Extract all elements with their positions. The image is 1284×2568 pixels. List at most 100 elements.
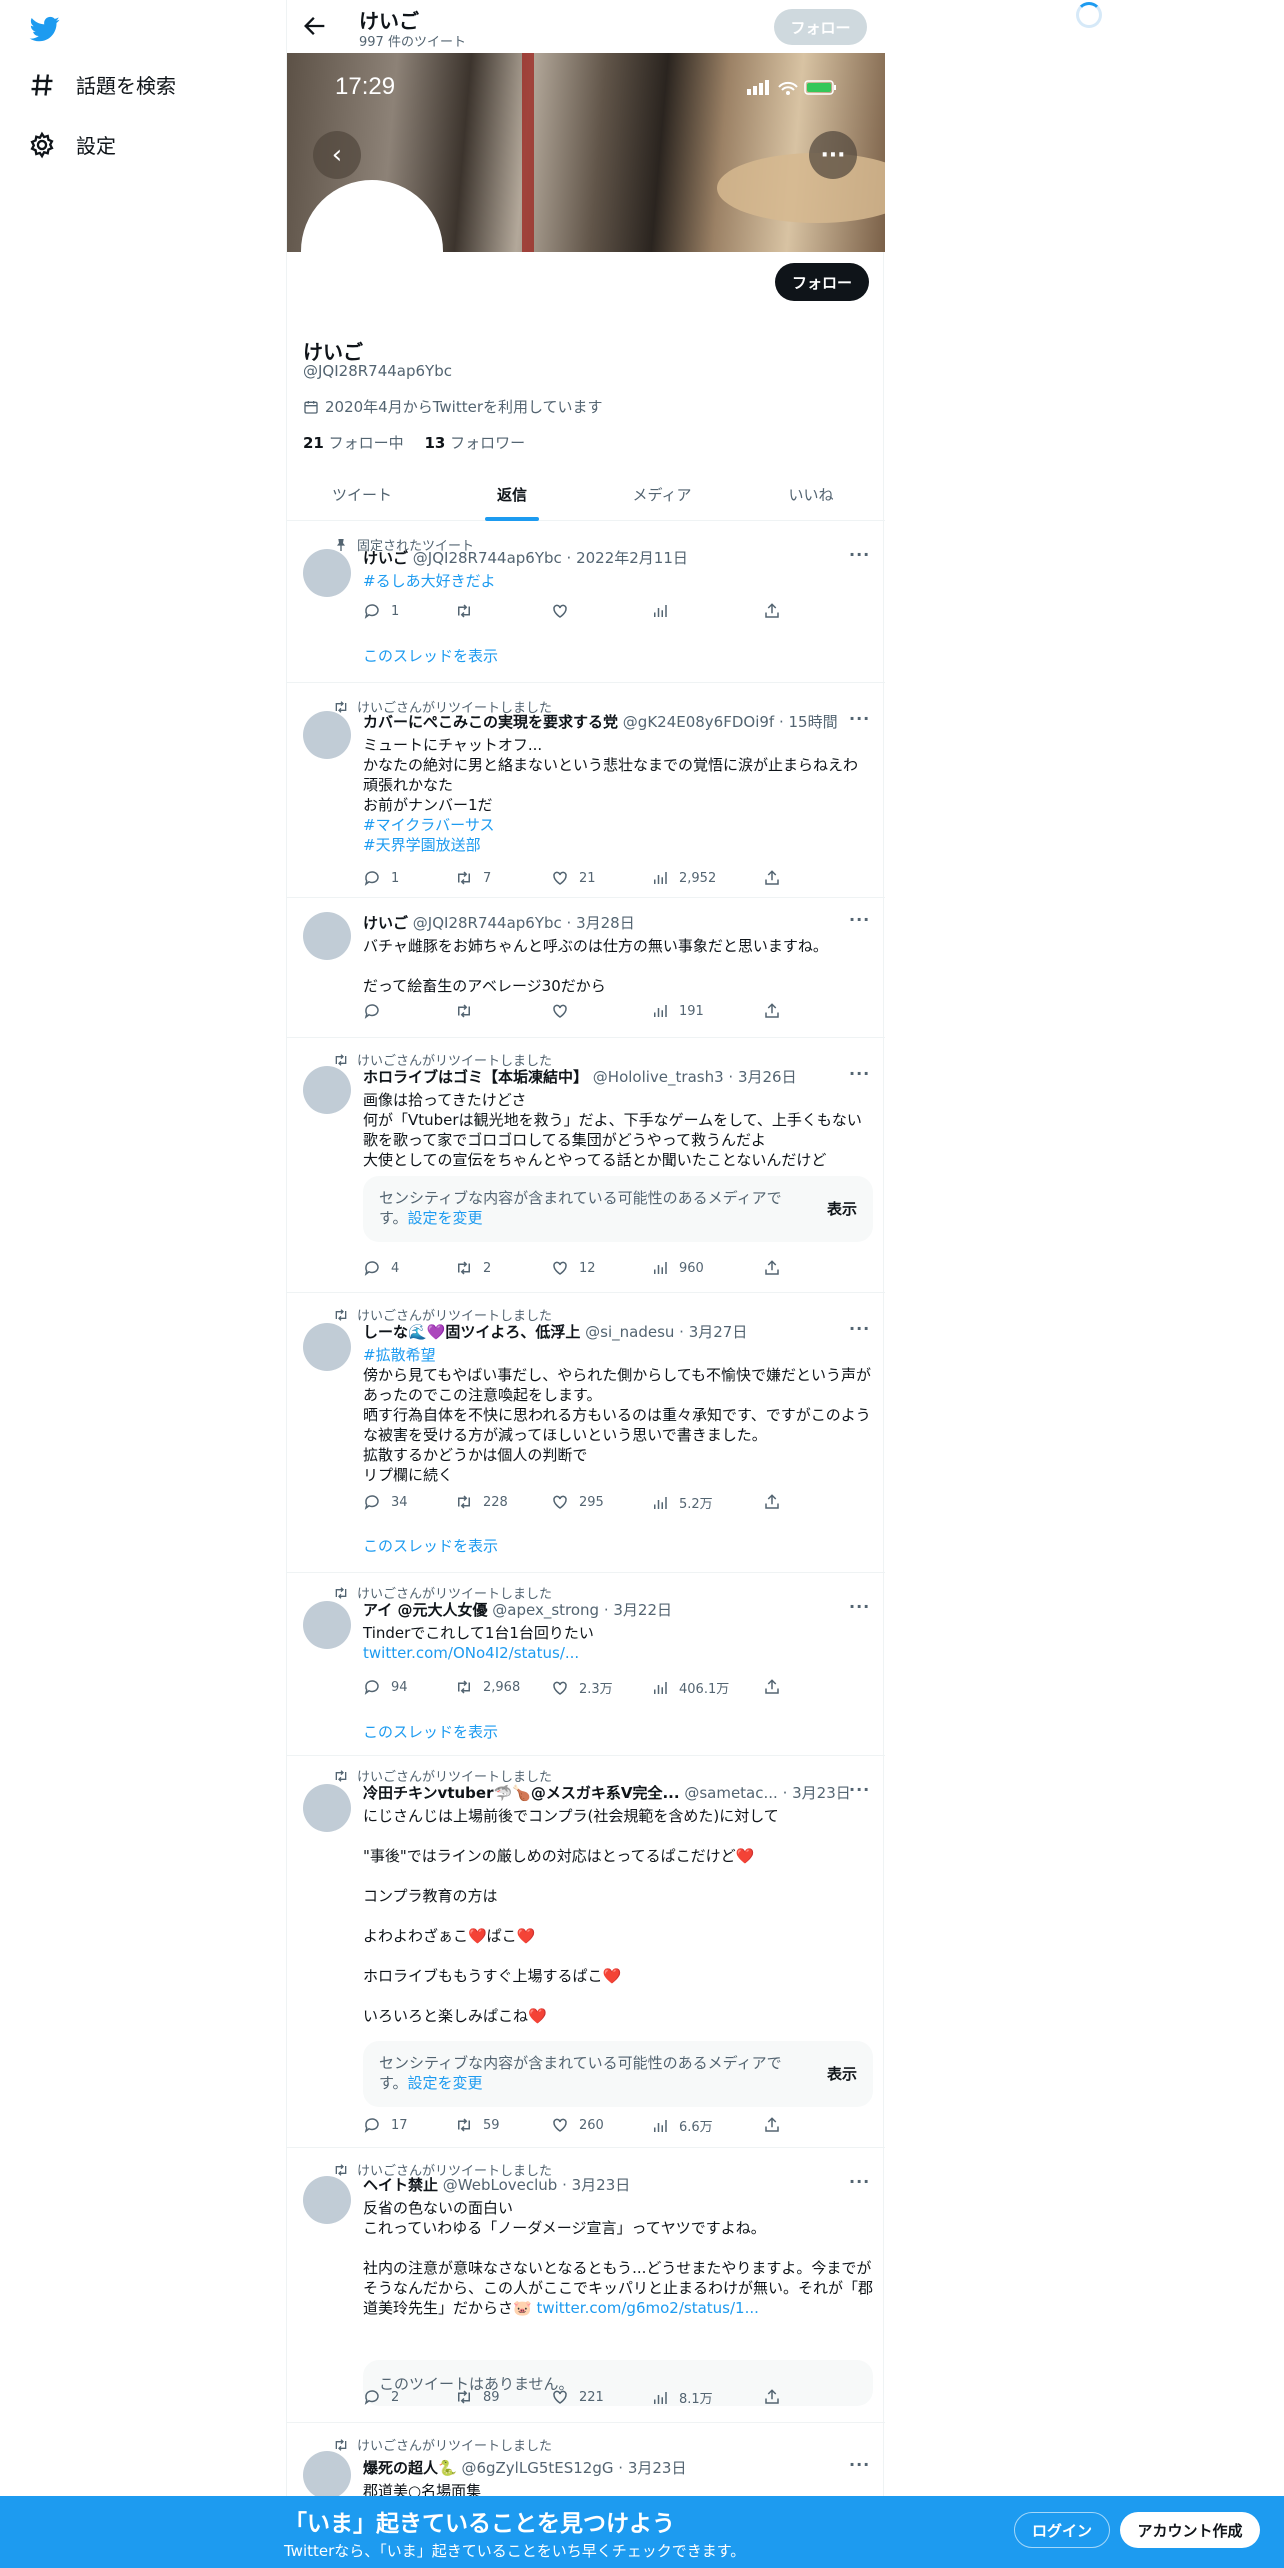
profile-avatar[interactable] (301, 180, 443, 322)
login-button[interactable]: ログイン (1014, 2512, 1110, 2548)
show-thread-link[interactable]: このスレッドを表示 (363, 1535, 498, 1556)
tweet-time[interactable]: 2022年2月11日 (576, 549, 688, 567)
tweet[interactable]: けいご @JQI28R744ap6Ybc · 3月28日 ··· バチャ雌豚をお姉ち… (287, 898, 885, 1038)
reply-button[interactable]: 1 (363, 602, 399, 620)
hashtag-link[interactable]: #拡散希望 (363, 1345, 873, 1365)
followers-link[interactable]: 13 フォロワー (424, 434, 525, 452)
tweet[interactable]: けいごさんがリツイートしました アイ @元大人女優 @apex_strong · … (287, 1573, 885, 1756)
more-options-icon[interactable]: ··· (849, 709, 869, 728)
like-button[interactable]: 12 (551, 1259, 596, 1277)
tweet-time[interactable]: 3月27日 (689, 1323, 748, 1341)
like-button[interactable]: 260 (551, 2116, 604, 2134)
avatar[interactable] (303, 1323, 351, 1371)
avatar[interactable] (303, 2451, 351, 2499)
show-media-button[interactable]: 表示 (827, 1199, 857, 1219)
more-options-icon[interactable]: ··· (849, 1319, 869, 1338)
tweet-time[interactable]: 3月23日 (628, 2459, 687, 2477)
author-name[interactable]: ヘイト禁止 (363, 2176, 438, 2194)
tweet-time[interactable]: 3月23日 (572, 2176, 631, 2194)
nav-settings[interactable]: 設定 (28, 130, 116, 159)
more-options-icon[interactable]: ··· (849, 1597, 869, 1616)
reply-button[interactable]: 17 (363, 2116, 408, 2134)
change-settings-link[interactable]: 設定を変更 (408, 2074, 483, 2092)
tweet-time[interactable]: 15時間 (789, 713, 838, 731)
signup-button[interactable]: アカウント作成 (1120, 2512, 1260, 2548)
hashtag-link[interactable]: #るしあ大好きだよ (363, 571, 873, 591)
like-button[interactable] (551, 602, 579, 620)
share-button[interactable] (763, 1493, 781, 1511)
header-follow-button[interactable]: フォロー (774, 9, 867, 45)
tweet-link[interactable]: twitter.com/g6mo2/status/1... (536, 2299, 758, 2317)
author-handle[interactable]: @sametac... (684, 1784, 777, 1802)
views-button[interactable]: 960 (651, 1259, 704, 1277)
author-name[interactable]: けいご (363, 549, 408, 567)
tab-tweets[interactable]: ツイート (287, 468, 437, 521)
avatar[interactable] (303, 711, 351, 759)
author-handle[interactable]: @apex_strong (492, 1601, 599, 1619)
show-thread-link[interactable]: このスレッドを表示 (363, 1721, 498, 1742)
show-thread-link[interactable]: このスレッドを表示 (363, 645, 498, 666)
reply-button[interactable]: 1 (363, 869, 399, 887)
more-options-icon[interactable]: ··· (849, 2172, 869, 2191)
tab-media[interactable]: メディア (587, 468, 737, 521)
like-button[interactable]: 21 (551, 869, 596, 887)
retweet-button[interactable]: 2 (455, 1259, 491, 1277)
tweet[interactable]: けいごさんがリツイートしました ホロライブはゴミ【本垢凍結中】 @Hololive… (287, 1038, 885, 1293)
retweet-button[interactable]: 89 (455, 2388, 500, 2406)
more-options-icon[interactable]: ··· (849, 545, 869, 564)
author-handle[interactable]: @Hololive_trash3 (593, 1068, 724, 1086)
author-handle[interactable]: @si_nadesu (585, 1323, 674, 1341)
share-button[interactable] (763, 2388, 781, 2406)
twitter-logo-icon[interactable] (28, 14, 62, 44)
tweet[interactable]: けいごさんがリツイートしました ヘイト禁止 @WebLoveclub · 3月23… (287, 2148, 885, 2423)
author-handle[interactable]: @gK24E08y6FDOi9f (623, 713, 774, 731)
tab-likes[interactable]: いいね (737, 468, 885, 521)
hashtag-link[interactable]: #マイクラバーサス (363, 815, 873, 835)
views-button[interactable]: 2,952 (651, 869, 716, 887)
author-name[interactable]: アイ @元大人女優 (363, 1601, 487, 1619)
more-options-icon[interactable]: ··· (849, 2455, 869, 2474)
like-button[interactable]: 295 (551, 1493, 604, 1511)
author-name[interactable]: 爆死の超人🐍 (363, 2459, 457, 2477)
author-handle[interactable]: @JQI28R744ap6Ybc (413, 914, 562, 932)
share-button[interactable] (763, 1259, 781, 1277)
retweet-button[interactable]: 228 (455, 1493, 508, 1511)
tweet-time[interactable]: 3月26日 (738, 1068, 797, 1086)
tweet[interactable]: けいごさんがリツイートしました しーな🌊💜固ツイよろ、低浮上 @si_nadesu… (287, 1293, 885, 1573)
like-button[interactable]: 221 (551, 2388, 604, 2406)
views-button[interactable] (651, 602, 679, 620)
follow-button[interactable]: フォロー (775, 263, 869, 301)
more-options-icon[interactable]: ··· (849, 1780, 869, 1799)
views-button[interactable]: 5.2万 (651, 1493, 713, 1512)
tweet-time[interactable]: 3月23日 (792, 1784, 851, 1802)
show-media-button[interactable]: 表示 (827, 2064, 857, 2084)
avatar[interactable] (303, 1784, 351, 1832)
tweet-link[interactable]: twitter.com/ONo4I2/status/... (363, 1643, 873, 1663)
tab-replies[interactable]: 返信 (437, 468, 587, 521)
avatar[interactable] (303, 549, 351, 597)
author-name[interactable]: ホロライブはゴミ【本垢凍結中】 (363, 1068, 588, 1086)
hashtag-link[interactable]: #天界学園放送部 (363, 835, 873, 855)
share-button[interactable] (763, 869, 781, 887)
tweet[interactable]: けいごさんがリツイートしました 冷田チキンvtuber🦈🍗@メスガキ系V完全...… (287, 1756, 885, 2148)
author-handle[interactable]: @JQI28R744ap6Ybc (413, 549, 562, 567)
reply-button[interactable]: 2 (363, 2388, 399, 2406)
tweet[interactable]: けいごさんがリツイートしました カバーにぺこみこの実現を要求する党 @gK24E0… (287, 683, 885, 898)
share-button[interactable] (763, 2116, 781, 2134)
author-name[interactable]: しーな🌊💜固ツイよろ、低浮上 (363, 1323, 580, 1341)
share-button[interactable] (763, 1678, 781, 1696)
like-button[interactable]: 2.3万 (551, 1678, 613, 1697)
retweet-button[interactable] (455, 602, 483, 620)
reply-button[interactable] (363, 1002, 391, 1020)
author-name[interactable]: けいご (363, 914, 408, 932)
author-name[interactable]: カバーにぺこみこの実現を要求する党 (363, 713, 618, 731)
avatar[interactable] (303, 1066, 351, 1114)
avatar[interactable] (303, 2176, 351, 2224)
tweet[interactable]: 固定されたツイート けいご @JQI28R744ap6Ybc · 2022年2月1… (287, 521, 885, 683)
tweet-time[interactable]: 3月28日 (576, 914, 635, 932)
reply-button[interactable]: 4 (363, 1259, 399, 1277)
like-button[interactable] (551, 1002, 579, 1020)
views-button[interactable]: 191 (651, 1002, 704, 1020)
author-handle[interactable]: @6gZylLG5tES12gG (461, 2459, 613, 2477)
reply-button[interactable]: 34 (363, 1493, 408, 1511)
